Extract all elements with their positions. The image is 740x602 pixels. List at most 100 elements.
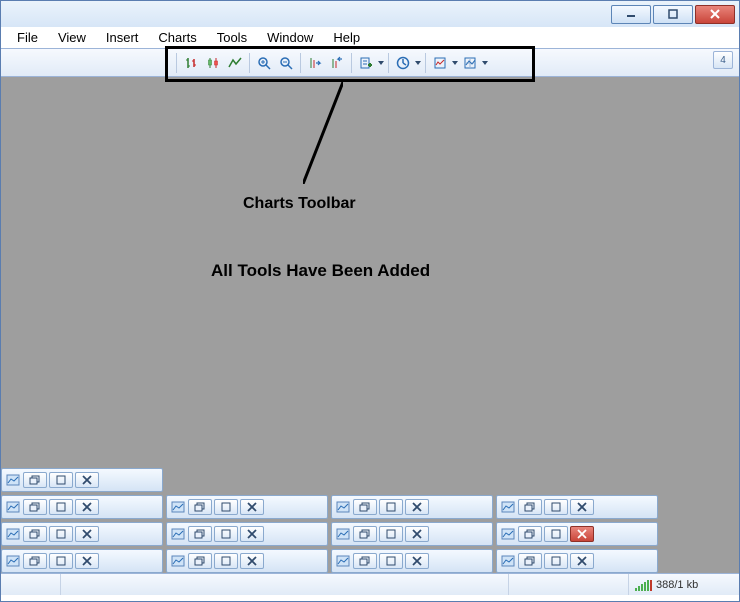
chart-icon — [170, 526, 186, 542]
status-cell — [509, 574, 629, 595]
stub-restore-button[interactable] — [518, 499, 542, 515]
menu-help[interactable]: Help — [323, 28, 370, 47]
stub-maximize-button[interactable] — [544, 526, 568, 542]
grid-button[interactable] — [459, 52, 481, 74]
candlestick-button[interactable] — [202, 52, 224, 74]
stub-maximize-button[interactable] — [544, 553, 568, 569]
close-icon — [709, 9, 721, 19]
signal-bars-icon — [635, 579, 652, 591]
stub-close-button[interactable] — [240, 526, 264, 542]
stub-maximize-button[interactable] — [214, 499, 238, 515]
stub-maximize-button[interactable] — [379, 499, 403, 515]
chart-window-stub[interactable] — [1, 522, 163, 546]
chart-window-stub[interactable] — [331, 522, 493, 546]
auto-scroll-button[interactable] — [304, 52, 326, 74]
chart-window-stub[interactable] — [1, 468, 163, 492]
stub-maximize-button[interactable] — [49, 499, 73, 515]
chart-window-stub[interactable] — [496, 522, 658, 546]
periods-dropdown[interactable] — [414, 52, 422, 74]
stub-close-button[interactable] — [75, 472, 99, 488]
indicators-dropdown[interactable] — [377, 52, 385, 74]
stub-close-button[interactable] — [570, 499, 594, 515]
toolbar-separator — [388, 53, 389, 73]
chart-window-stub[interactable] — [1, 495, 163, 519]
maximize-button[interactable] — [653, 5, 693, 24]
restore-icon — [29, 529, 41, 539]
menu-view[interactable]: View — [48, 28, 96, 47]
chart-window-stubs — [1, 465, 658, 573]
stub-maximize-button[interactable] — [379, 526, 403, 542]
stub-close-button[interactable] — [240, 553, 264, 569]
stub-restore-button[interactable] — [188, 526, 212, 542]
chart-shift-button[interactable] — [326, 52, 348, 74]
zoom-in-button[interactable] — [253, 52, 275, 74]
close-button[interactable] — [695, 5, 735, 24]
stub-close-button[interactable] — [570, 526, 594, 542]
maximize-icon — [55, 529, 67, 539]
stub-restore-button[interactable] — [353, 553, 377, 569]
stub-restore-button[interactable] — [518, 526, 542, 542]
stub-maximize-button[interactable] — [49, 526, 73, 542]
stub-close-button[interactable] — [405, 499, 429, 515]
close-icon — [411, 556, 423, 566]
toolbar-separator — [249, 53, 250, 73]
toolbar-separator — [300, 53, 301, 73]
chart-window-stub[interactable] — [331, 549, 493, 573]
bar-chart-icon — [184, 56, 198, 70]
zoom-out-button[interactable] — [275, 52, 297, 74]
stub-close-button[interactable] — [570, 553, 594, 569]
stub-maximize-button[interactable] — [379, 553, 403, 569]
menu-insert[interactable]: Insert — [96, 28, 149, 47]
stub-restore-button[interactable] — [23, 472, 47, 488]
chart-window-stub[interactable] — [496, 495, 658, 519]
close-icon — [81, 556, 93, 566]
stub-maximize-button[interactable] — [544, 499, 568, 515]
maximize-icon — [385, 529, 397, 539]
window-controls — [611, 5, 735, 24]
chart-window-stub[interactable] — [166, 549, 328, 573]
templates-dropdown[interactable] — [451, 52, 459, 74]
stub-restore-button[interactable] — [353, 499, 377, 515]
stub-maximize-button[interactable] — [49, 472, 73, 488]
stub-restore-button[interactable] — [23, 526, 47, 542]
stub-restore-button[interactable] — [23, 499, 47, 515]
maximize-icon — [220, 529, 232, 539]
chart-window-stub[interactable] — [166, 522, 328, 546]
annotation-subtitle: All Tools Have Been Added — [211, 261, 430, 281]
menu-tools[interactable]: Tools — [207, 28, 257, 47]
bar-chart-button[interactable] — [180, 52, 202, 74]
chart-window-stub[interactable] — [1, 549, 163, 573]
stub-close-button[interactable] — [75, 526, 99, 542]
stub-maximize-button[interactable] — [214, 553, 238, 569]
stub-maximize-button[interactable] — [49, 553, 73, 569]
alerts-indicator[interactable]: 4 — [713, 51, 733, 69]
menu-window[interactable]: Window — [257, 28, 323, 47]
stub-close-button[interactable] — [240, 499, 264, 515]
chart-window-stub[interactable] — [166, 495, 328, 519]
stub-close-button[interactable] — [75, 499, 99, 515]
zoom-in-icon — [257, 56, 271, 70]
chart-window-stub[interactable] — [496, 549, 658, 573]
stub-close-button[interactable] — [75, 553, 99, 569]
status-cell — [1, 574, 61, 595]
stub-restore-button[interactable] — [518, 553, 542, 569]
stub-restore-button[interactable] — [353, 526, 377, 542]
stub-restore-button[interactable] — [188, 499, 212, 515]
grid-dropdown[interactable] — [481, 52, 489, 74]
close-icon — [411, 529, 423, 539]
menu-charts[interactable]: Charts — [148, 28, 206, 47]
stub-restore-button[interactable] — [188, 553, 212, 569]
templates-button[interactable] — [429, 52, 451, 74]
stub-restore-button[interactable] — [23, 553, 47, 569]
stub-close-button[interactable] — [405, 526, 429, 542]
chart-window-stub[interactable] — [331, 495, 493, 519]
restore-icon — [524, 556, 536, 566]
minimize-button[interactable] — [611, 5, 651, 24]
stub-close-button[interactable] — [405, 553, 429, 569]
maximize-icon — [55, 475, 67, 485]
menu-file[interactable]: File — [7, 28, 48, 47]
indicators-button[interactable] — [355, 52, 377, 74]
stub-maximize-button[interactable] — [214, 526, 238, 542]
line-chart-button[interactable] — [224, 52, 246, 74]
periods-button[interactable] — [392, 52, 414, 74]
